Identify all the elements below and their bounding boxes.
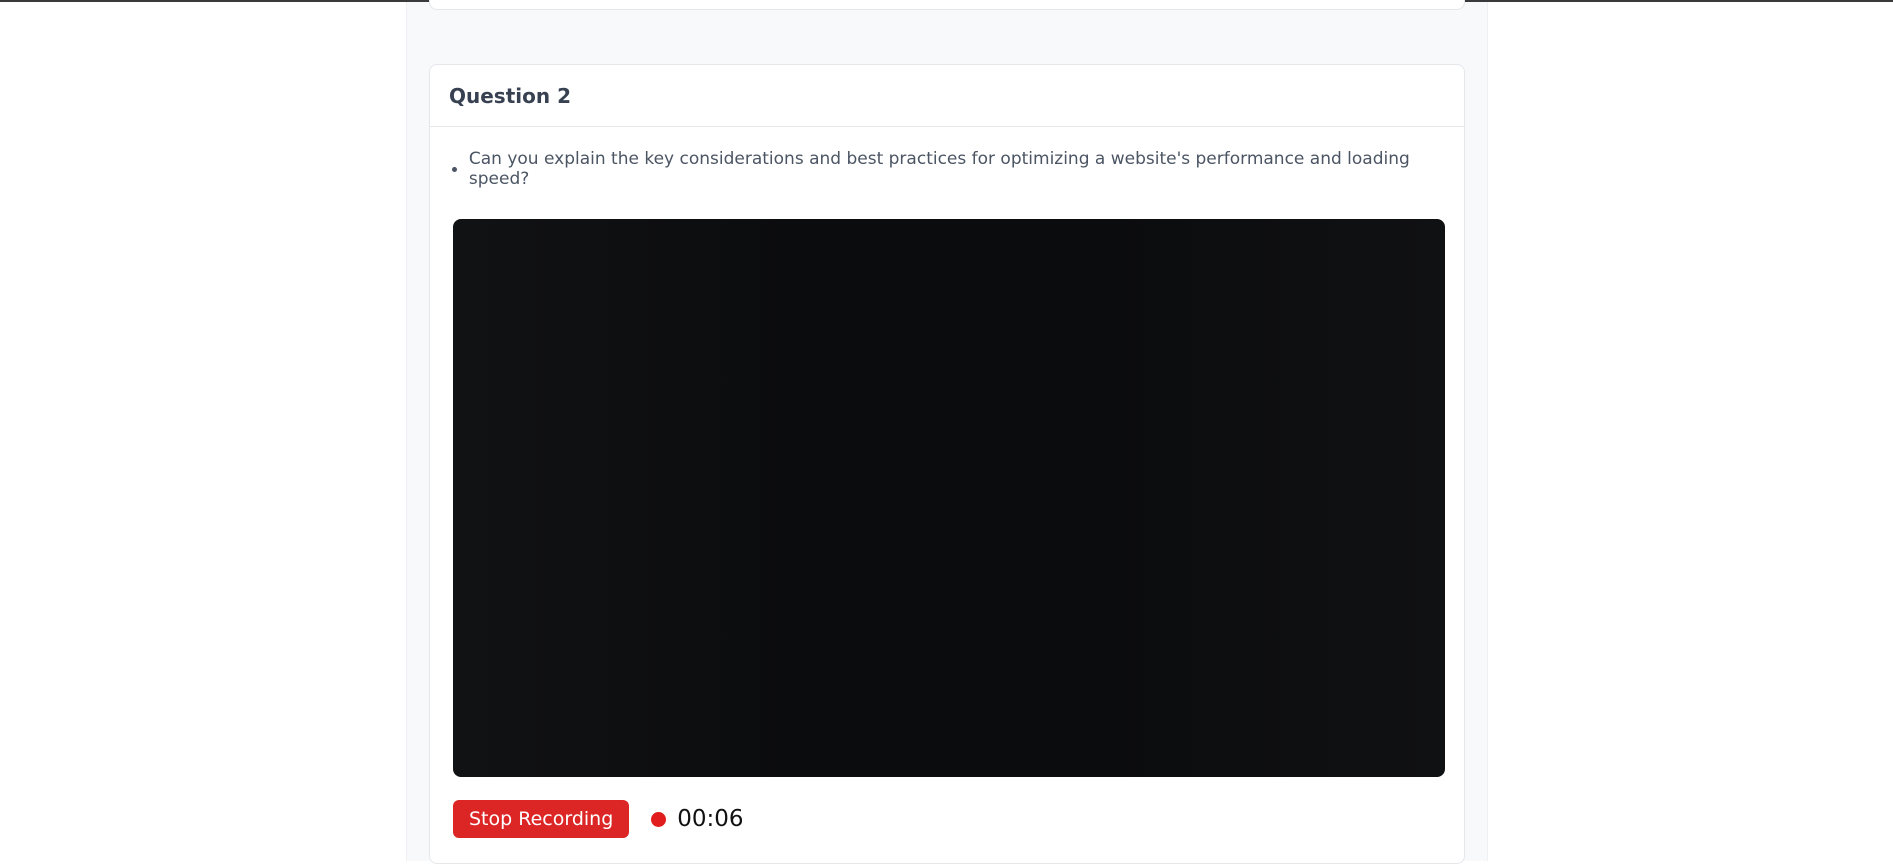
- video-preview: [453, 219, 1445, 777]
- question-text: Can you explain the key considerations a…: [468, 149, 1410, 189]
- bullet-icon: [452, 166, 457, 172]
- stop-recording-button[interactable]: Stop Recording: [453, 800, 630, 838]
- question-title: Question 2: [449, 83, 571, 108]
- recording-timer: 00:06: [677, 806, 744, 832]
- recording-controls: Stop Recording 00:06: [453, 800, 744, 838]
- card-header: Question 2: [430, 65, 1464, 127]
- previous-question-card: [429, 0, 1465, 10]
- page-container: Question 2 Can you explain the key consi…: [406, 0, 1488, 864]
- recording-indicator-icon: [651, 811, 667, 827]
- question-card: Question 2 Can you explain the key consi…: [429, 64, 1465, 864]
- question-item: Can you explain the key considerations a…: [452, 149, 1452, 189]
- question-list: Can you explain the key considerations a…: [452, 149, 1452, 189]
